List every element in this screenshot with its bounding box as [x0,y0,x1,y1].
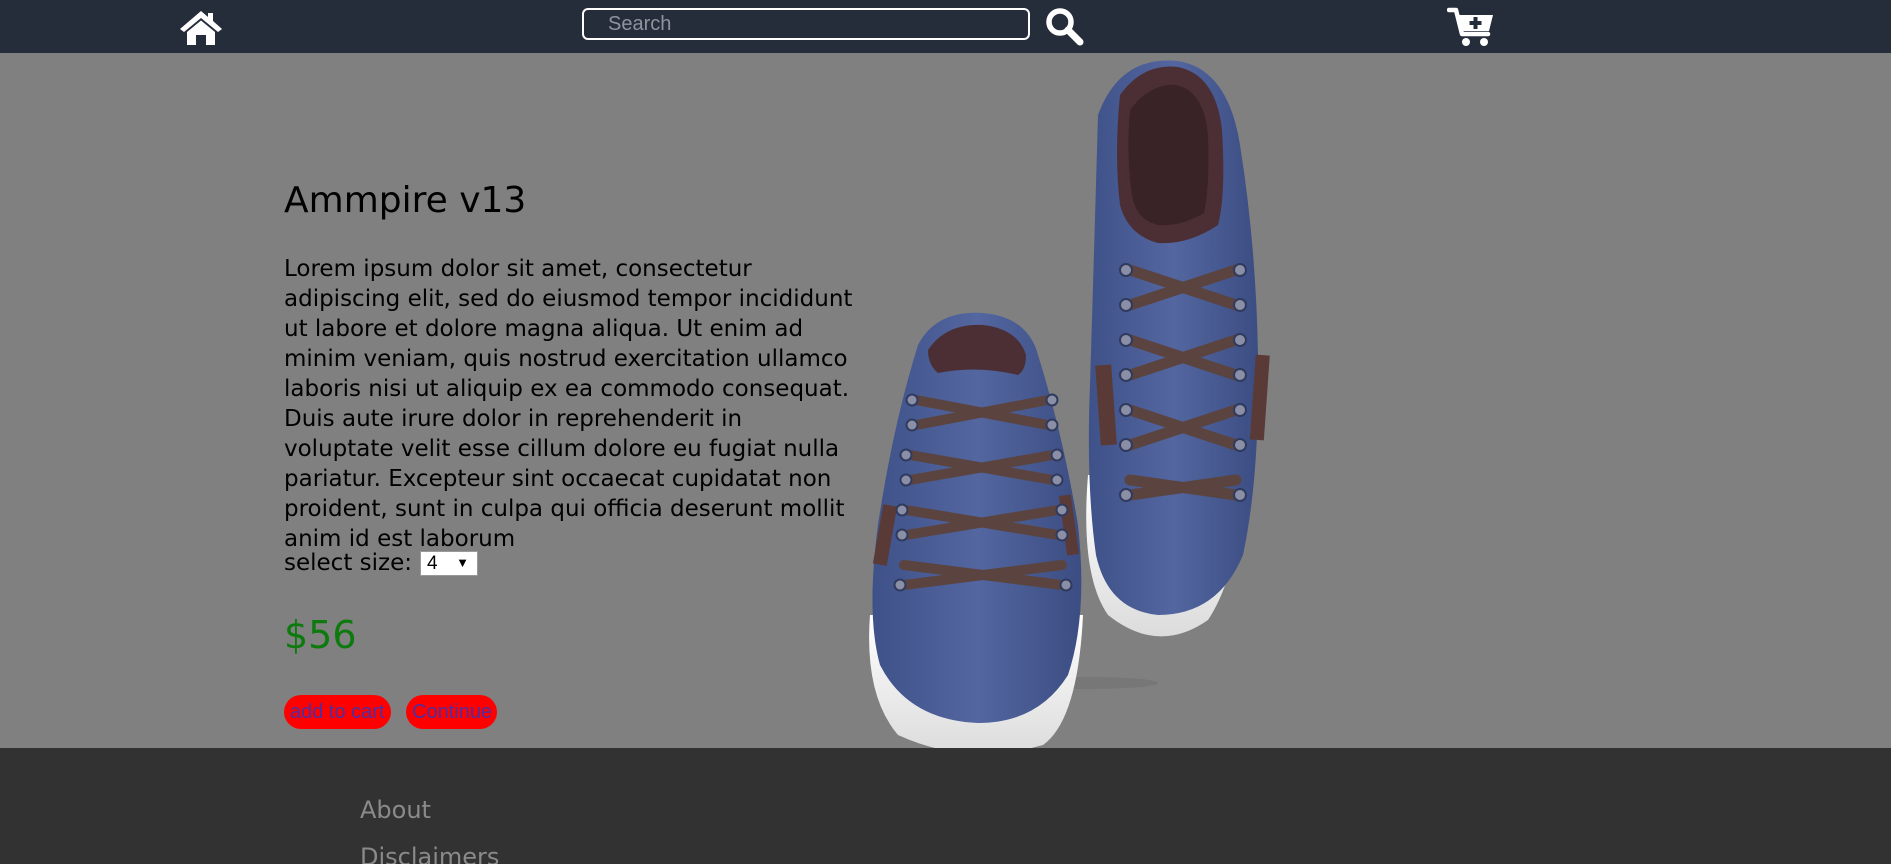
continue-button[interactable]: Continue [406,695,497,729]
product-description: Lorem ipsum dolor sit amet, consectetur … [284,256,853,552]
cart-plus-icon [1446,7,1493,46]
footer-link-disclaimers[interactable]: Disclaimers [360,843,499,864]
search-button[interactable] [1044,7,1086,47]
size-selector-row: select size: 4 ▼ [284,548,478,578]
home-button[interactable] [178,8,224,48]
product-title: Ammpire v13 [284,180,527,221]
dropdown-arrow-icon: ▼ [456,554,469,570]
size-select[interactable]: 4 ▼ [420,550,478,576]
add-to-cart-button[interactable]: add to cart [284,695,391,729]
product-image [869,60,1270,763]
footer-link-about[interactable]: About [360,796,431,824]
search-icon [1046,8,1084,46]
search-input[interactable] [582,8,1030,40]
cart-button[interactable] [1446,6,1497,48]
size-label: select size: [284,550,412,576]
product-price: $56 [284,613,357,657]
home-icon [180,11,222,45]
top-nav-bar [0,0,1891,53]
footer: About Disclaimers [0,748,1891,864]
size-select-value: 4 [427,552,438,574]
left-shoe [869,312,1083,763]
